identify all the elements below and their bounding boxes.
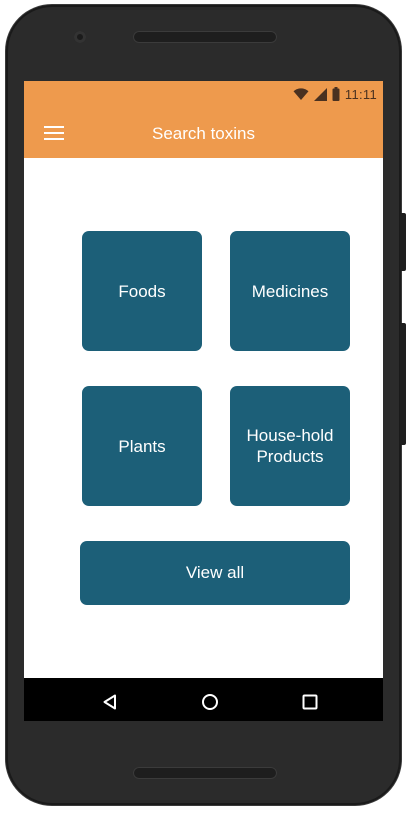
volume-button <box>400 213 406 271</box>
battery-icon <box>332 87 340 101</box>
category-label: House-hold Products <box>246 426 334 466</box>
category-label: Plants <box>118 436 166 456</box>
back-icon[interactable] <box>98 690 122 714</box>
recents-icon[interactable] <box>298 690 322 714</box>
home-icon[interactable] <box>198 690 222 714</box>
status-bar: 11:11 <box>293 85 377 103</box>
cell-signal-icon <box>313 87 327 101</box>
system-nav-bar <box>24 678 383 721</box>
category-household-products-button[interactable]: House-hold Products <box>230 386 350 506</box>
category-foods-button[interactable]: Foods <box>82 231 202 351</box>
earpiece-speaker <box>133 31 277 43</box>
category-medicines-button[interactable]: Medicines <box>230 231 350 351</box>
category-label: Foods <box>118 281 166 301</box>
view-all-label: View all <box>185 563 245 582</box>
view-all-button[interactable]: View all <box>80 541 350 605</box>
page-title: Search toxins <box>152 124 255 143</box>
status-time: 11:11 <box>344 86 377 102</box>
front-camera <box>74 31 86 43</box>
bottom-speaker <box>133 767 277 779</box>
wifi-icon <box>293 87 309 101</box>
app-bar: 11:11 Search toxins <box>24 81 383 158</box>
category-label: Medicines <box>251 281 329 301</box>
category-plants-button[interactable]: Plants <box>82 386 202 506</box>
phone-frame: 11:11 Search toxins Foods Medicines Plan… <box>6 5 406 805</box>
screen: 11:11 Search toxins Foods Medicines Plan… <box>24 81 383 721</box>
power-button <box>400 323 406 445</box>
